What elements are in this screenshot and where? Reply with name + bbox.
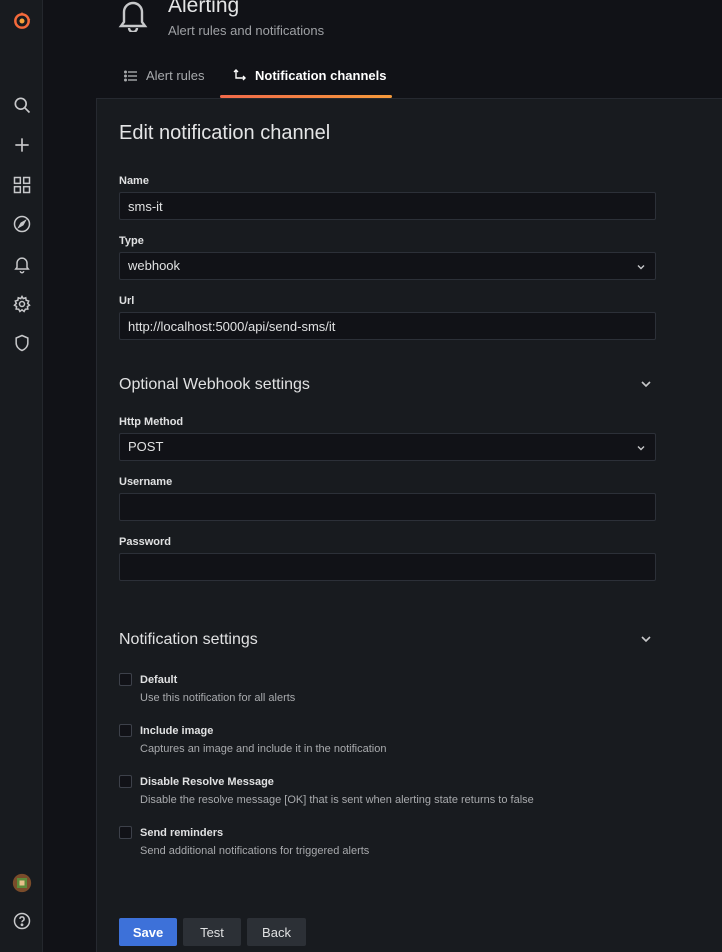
include-image-checkbox[interactable] xyxy=(119,724,132,737)
tab-label: Alert rules xyxy=(146,68,205,83)
notification-section-title[interactable]: Notification settings xyxy=(119,631,258,649)
help-icon[interactable] xyxy=(0,905,43,937)
bell-icon xyxy=(118,1,148,32)
username-label: Username xyxy=(119,476,173,488)
disable-resolve-checkbox[interactable] xyxy=(119,775,132,788)
option-description: Send additional notifications for trigge… xyxy=(140,845,370,857)
back-button[interactable]: Back xyxy=(247,918,306,946)
page-header-title: Alerting xyxy=(168,0,240,17)
share-icon xyxy=(233,69,246,81)
option-label: Include image xyxy=(140,725,214,737)
option-label: Send reminders xyxy=(140,827,224,839)
option-description: Disable the resolve message [OK] that is… xyxy=(140,794,534,806)
username-field[interactable] xyxy=(119,493,656,521)
page-title: Edit notification channel xyxy=(119,122,331,144)
send-reminders-checkbox[interactable] xyxy=(119,826,132,839)
type-value: webhook xyxy=(128,258,181,273)
password-field[interactable] xyxy=(119,553,656,581)
name-field[interactable] xyxy=(119,192,656,220)
tab-alert-rules[interactable]: Alert rules xyxy=(124,68,205,98)
option-description: Captures an image and include it in the … xyxy=(140,743,387,755)
gear-icon[interactable] xyxy=(0,288,43,320)
option-label: Disable Resolve Message xyxy=(140,776,274,788)
tab-label: Notification channels xyxy=(255,68,387,83)
explore-icon[interactable] xyxy=(0,208,43,240)
type-label: Type xyxy=(119,235,144,247)
chevron-down-icon[interactable] xyxy=(639,632,653,646)
webhook-section-title[interactable]: Optional Webhook settings xyxy=(119,376,310,394)
content-panel xyxy=(96,98,722,952)
chevron-down-icon xyxy=(637,446,645,451)
bell-icon[interactable] xyxy=(0,248,43,280)
chevron-down-icon[interactable] xyxy=(639,377,653,391)
search-icon[interactable] xyxy=(0,89,43,121)
type-select[interactable]: webhook xyxy=(119,252,656,280)
http-method-select[interactable]: POST xyxy=(119,433,656,461)
grafana-logo-icon[interactable] xyxy=(0,5,43,37)
name-label: Name xyxy=(119,175,149,187)
default-checkbox[interactable] xyxy=(119,673,132,686)
url-label: Url xyxy=(119,295,135,307)
option-description: Use this notification for all alerts xyxy=(140,692,296,704)
http-method-label: Http Method xyxy=(119,416,184,428)
dashboards-icon[interactable] xyxy=(0,169,43,201)
chevron-down-icon xyxy=(637,265,645,270)
avatar[interactable] xyxy=(0,867,43,899)
page-header-subtitle: Alert rules and notifications xyxy=(168,23,325,38)
tab-notification-channels[interactable]: Notification channels xyxy=(220,68,392,98)
url-field[interactable] xyxy=(119,312,656,340)
option-label: Default xyxy=(140,674,178,686)
password-label: Password xyxy=(119,536,171,548)
test-button[interactable]: Test xyxy=(183,918,241,946)
shield-icon[interactable] xyxy=(0,327,43,359)
sidebar xyxy=(0,0,43,952)
list-icon xyxy=(124,70,137,82)
plus-icon[interactable] xyxy=(0,129,43,161)
http-method-value: POST xyxy=(128,439,164,454)
save-button[interactable]: Save xyxy=(119,918,177,946)
